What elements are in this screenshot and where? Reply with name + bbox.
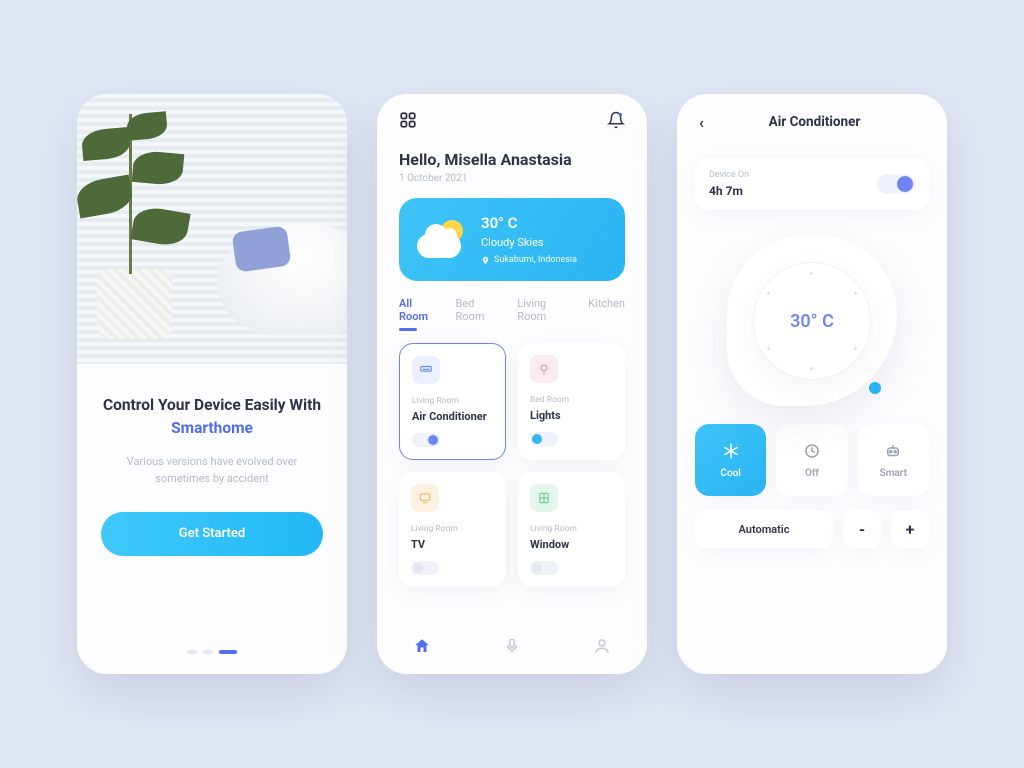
bottom-nav — [377, 622, 647, 674]
tab-bed-room[interactable]: Bed Room — [456, 297, 502, 331]
page-indicator — [101, 650, 323, 654]
device-room: Living Room — [412, 396, 493, 406]
mode-smart-button[interactable]: Smart — [858, 424, 929, 496]
weather-temp: 30° C — [481, 214, 577, 232]
nav-profile-icon[interactable] — [593, 637, 611, 659]
window-icon — [530, 484, 558, 512]
device-name: Lights — [530, 409, 613, 422]
tab-all-room[interactable]: All Room — [399, 297, 440, 331]
device-room: Living Room — [411, 524, 494, 534]
increase-button[interactable]: + — [891, 510, 929, 548]
ac-icon — [412, 356, 440, 384]
tv-icon — [411, 484, 439, 512]
device-toggle[interactable] — [411, 561, 439, 575]
nav-home-icon[interactable] — [413, 637, 431, 659]
greeting-text: Hello, Misella Anastasia — [399, 150, 625, 169]
device-toggle[interactable] — [530, 432, 558, 446]
device-name: Window — [530, 538, 613, 551]
device-name: Air Conditioner — [412, 410, 493, 423]
device-card-lights[interactable]: Bed Room Lights — [518, 343, 625, 460]
decrease-button[interactable]: - — [843, 510, 881, 548]
device-detail-screen: ‹ Air Conditioner Device On 4h 7m 30° C … — [677, 94, 947, 674]
home-screen: Hello, Misella Anastasia 1 October 2021 … — [377, 94, 647, 674]
power-toggle[interactable] — [877, 174, 915, 194]
dial-temperature: 30° C — [790, 311, 834, 332]
device-toggle[interactable] — [530, 561, 558, 575]
room-tabs: All Room Bed Room Living Room Kitchen — [377, 281, 647, 331]
device-toggle[interactable] — [412, 433, 440, 447]
status-label: Device On — [709, 170, 749, 180]
device-room: Bed Room — [530, 395, 613, 405]
page-title: Air Conditioner — [704, 114, 925, 130]
weather-icon — [417, 214, 467, 258]
device-card-ac[interactable]: Living Room Air Conditioner — [399, 343, 506, 460]
tab-kitchen[interactable]: Kitchen — [588, 297, 625, 331]
get-started-button[interactable]: Get Started — [101, 512, 323, 556]
mode-cool-button[interactable]: Cool — [695, 424, 766, 496]
date-text: 1 October 2021 — [399, 173, 625, 184]
dial-handle[interactable] — [869, 382, 881, 394]
uptime-value: 4h 7m — [709, 184, 749, 198]
nav-voice-icon[interactable] — [503, 637, 521, 659]
device-card-tv[interactable]: Living Room TV — [399, 472, 506, 587]
mode-off-button[interactable]: Off — [776, 424, 847, 496]
device-status-card: Device On 4h 7m — [695, 158, 929, 210]
fan-mode-button[interactable]: Automatic — [695, 510, 833, 548]
tab-living-room[interactable]: Living Room — [517, 297, 572, 331]
weather-location: Sukabumi, Indonesia — [481, 255, 577, 265]
onboarding-subtitle: Various versions have evolved over somet… — [101, 453, 323, 488]
menu-grid-icon[interactable] — [399, 111, 417, 133]
onboarding-screen: Control Your Device Easily With Smarthom… — [77, 94, 347, 674]
hero-image — [77, 94, 347, 364]
weather-condition: Cloudy Skies — [481, 236, 577, 249]
device-room: Living Room — [530, 524, 613, 534]
weather-card[interactable]: 30° C Cloudy Skies Sukabumi, Indonesia — [399, 198, 625, 281]
device-card-window[interactable]: Living Room Window — [518, 472, 625, 587]
bulb-icon — [530, 355, 558, 383]
onboarding-title: Control Your Device Easily With Smarthom… — [101, 394, 323, 441]
device-name: TV — [411, 538, 494, 551]
notifications-icon[interactable] — [607, 111, 625, 133]
temperature-dial[interactable]: 30° C — [727, 236, 897, 406]
